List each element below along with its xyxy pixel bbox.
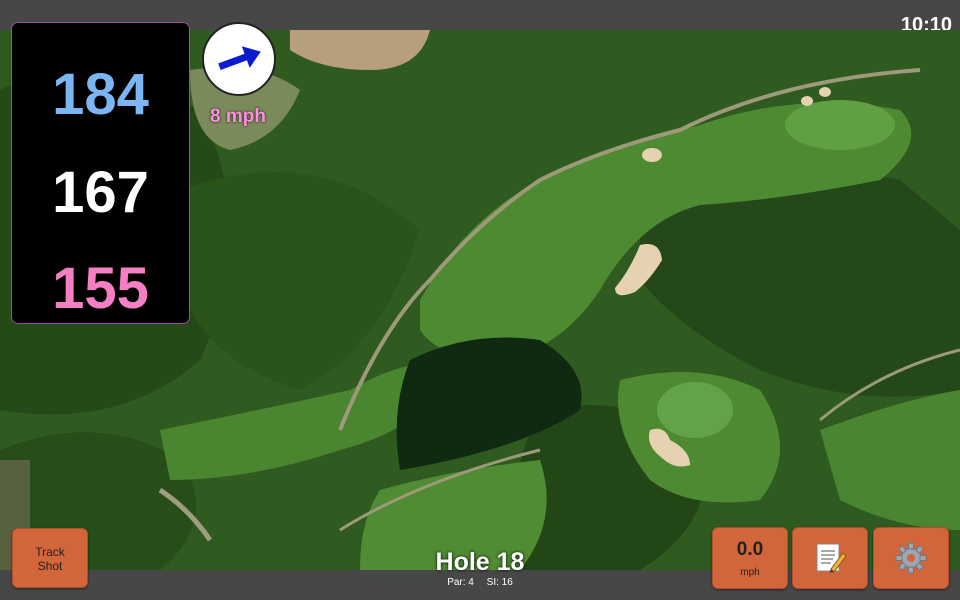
settings-button[interactable] — [873, 527, 949, 589]
track-shot-button[interactable]: Track Shot — [12, 528, 88, 588]
notes-button[interactable] — [792, 527, 868, 589]
notepad-icon — [816, 543, 847, 573]
hole-par: Par: 4 — [447, 577, 474, 588]
speed-value: 0.0 — [736, 539, 764, 560]
yardage-panel: 184 167 155 — [11, 22, 190, 324]
wind-indicator — [202, 22, 276, 96]
gear-icon — [895, 542, 927, 574]
back-yardage: 184 — [52, 62, 149, 127]
speed-button[interactable]: 0.0 mph — [712, 527, 788, 589]
front-yardage: 155 — [52, 256, 149, 321]
hole-info: Par: 4 SI: 16 — [380, 577, 580, 588]
hole-title: Hole 18 — [435, 548, 525, 576]
track-shot-label-2: Shot — [37, 559, 63, 573]
speed-unit: mph — [740, 567, 760, 578]
track-shot-label-1: Track — [35, 545, 65, 559]
arrow-icon — [218, 46, 261, 70]
middle-yardage: 167 — [52, 160, 149, 225]
wind-speed: 8 mph — [210, 106, 266, 127]
hole-si: SI: 16 — [486, 577, 513, 588]
